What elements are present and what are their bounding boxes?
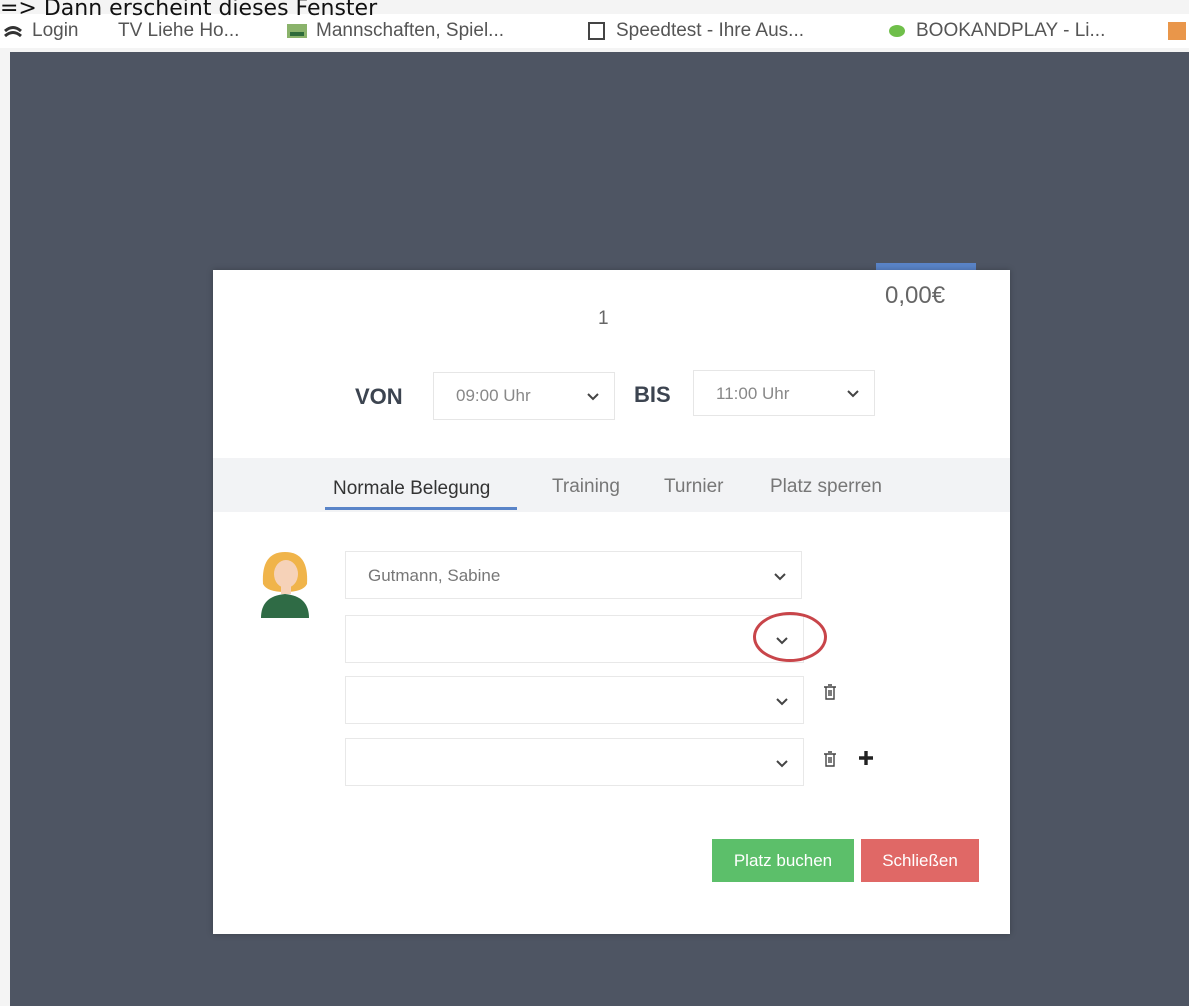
player-select-3[interactable] bbox=[345, 676, 804, 724]
bookmark-speedtest[interactable]: Speedtest - Ihre Aus... bbox=[586, 20, 804, 42]
player-select-2[interactable] bbox=[345, 615, 804, 663]
to-time-value: 11:00 Uhr bbox=[716, 384, 790, 403]
booking-modal: 0,00€ 1 VON 09:00 Uhr BIS 11:00 Uhr Norm… bbox=[213, 270, 1010, 934]
avatar-icon bbox=[261, 552, 309, 618]
book-court-button[interactable]: Platz buchen bbox=[712, 839, 854, 882]
bookmark-overflow-icon[interactable] bbox=[1168, 22, 1186, 40]
leaf-icon bbox=[889, 25, 905, 37]
court-number: 1 bbox=[598, 308, 609, 329]
chevron-down-icon bbox=[775, 759, 789, 769]
chevron-down-icon bbox=[846, 389, 860, 399]
bookmark-label: TV Liehe Ho... bbox=[118, 20, 240, 41]
player-1-value: Gutmann, Sabine bbox=[368, 566, 501, 585]
active-tab-underline bbox=[325, 507, 517, 510]
from-time-value: 09:00 Uhr bbox=[456, 386, 531, 405]
to-label: BIS bbox=[634, 382, 671, 407]
bookmark-label: Speedtest - Ihre Aus... bbox=[616, 20, 804, 41]
tab-normale-belegung[interactable]: Normale Belegung bbox=[333, 478, 490, 500]
time-row: VON 09:00 Uhr BIS 11:00 Uhr bbox=[213, 370, 1010, 420]
to-time-select[interactable]: 11:00 Uhr bbox=[693, 370, 875, 416]
tab-platz-sperren[interactable]: Platz sperren bbox=[770, 476, 882, 498]
chevron-down-icon bbox=[775, 697, 789, 707]
bookmark-label: Login bbox=[32, 20, 79, 41]
bookmark-bookandplay[interactable]: BOOKANDPLAY - Li... bbox=[886, 20, 1105, 42]
booking-type-tabs: Normale Belegung Training Turnier Platz … bbox=[213, 458, 1010, 512]
close-button[interactable]: Schließen bbox=[861, 839, 979, 882]
chevron-down-icon bbox=[773, 572, 787, 582]
player-select-4[interactable] bbox=[345, 738, 804, 786]
add-player-icon[interactable] bbox=[858, 750, 874, 771]
player-select-1[interactable]: Gutmann, Sabine bbox=[345, 551, 802, 599]
caption-text: => Dann erscheint dieses Fenster bbox=[0, 0, 378, 21]
from-label: VON bbox=[355, 384, 403, 409]
bookmark-login[interactable]: Login bbox=[2, 20, 79, 42]
team-icon bbox=[287, 24, 307, 38]
highlight-circle bbox=[753, 612, 827, 662]
tab-training[interactable]: Training bbox=[552, 476, 620, 498]
trash-icon[interactable] bbox=[823, 684, 837, 705]
bookmark-label: Mannschaften, Spiel... bbox=[316, 20, 504, 41]
trash-icon[interactable] bbox=[823, 751, 837, 772]
tab-turnier[interactable]: Turnier bbox=[664, 476, 723, 498]
login-icon bbox=[4, 26, 22, 38]
from-time-select[interactable]: 09:00 Uhr bbox=[433, 372, 615, 420]
bookmark-tv-liehe[interactable]: TV Liehe Ho... bbox=[118, 20, 239, 42]
price-label: 0,00€ bbox=[885, 282, 946, 309]
chevron-down-icon bbox=[586, 392, 600, 402]
bookmark-label: BOOKANDPLAY - Li... bbox=[916, 20, 1106, 41]
bookmark-mannschaften[interactable]: Mannschaften, Spiel... bbox=[286, 20, 504, 42]
page-icon bbox=[588, 22, 605, 40]
